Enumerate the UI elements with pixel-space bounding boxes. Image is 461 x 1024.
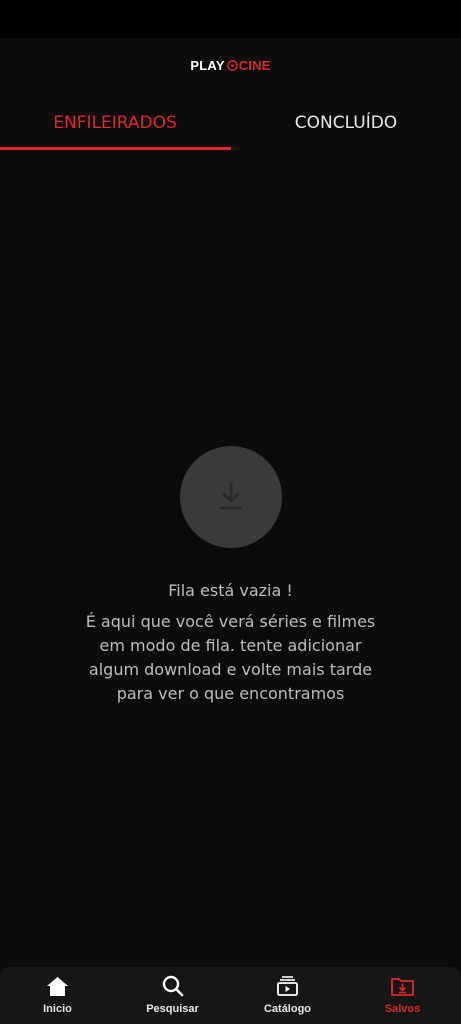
- app-logo: PLAY CINE: [0, 56, 461, 74]
- tab-enfileirados[interactable]: ENFILEIRADOS: [0, 96, 230, 150]
- nav-item-catalogo[interactable]: Catálogo: [230, 967, 345, 1024]
- bottom-navigation: Inicio Pesquisar Catálogo Salvos: [0, 967, 461, 1024]
- search-icon: [162, 975, 184, 997]
- nav-label-salvos: Salvos: [384, 1003, 421, 1015]
- queue-tabs: ENFILEIRADOS CONCLUÍDO: [0, 96, 461, 152]
- nav-label-catalogo: Catálogo: [263, 1003, 312, 1015]
- saved-folder-icon: [391, 978, 414, 996]
- tab-concluido-label: CONCLUÍDO: [294, 113, 398, 133]
- empty-state: Fila está vazia ! É aqui que você verá s…: [0, 446, 461, 706]
- empty-state-circle: [179, 446, 282, 548]
- download-icon: [219, 482, 242, 510]
- status-bar: [0, 0, 461, 38]
- logo-play-text: PLAY: [190, 57, 225, 73]
- play-logo-icon: [226, 59, 238, 71]
- tab-enfileirados-label: ENFILEIRADOS: [53, 113, 177, 133]
- nav-label-inicio: Inicio: [43, 1003, 72, 1015]
- logo-cine-text: CINE: [238, 57, 271, 73]
- nav-label-pesquisar: Pesquisar: [146, 1003, 199, 1015]
- tab-concluido[interactable]: CONCLUÍDO: [231, 96, 461, 150]
- catalog-icon: [277, 976, 298, 996]
- empty-state-title: Fila está vazia !: [168, 581, 293, 600]
- active-tab-indicator: [0, 147, 231, 150]
- empty-state-message: É aqui que você verá séries e filmes em …: [85, 612, 376, 703]
- nav-item-salvos[interactable]: Salvos: [345, 967, 460, 1024]
- home-icon: [47, 977, 68, 996]
- nav-item-inicio[interactable]: Inicio: [0, 967, 115, 1024]
- nav-item-pesquisar[interactable]: Pesquisar: [115, 967, 230, 1024]
